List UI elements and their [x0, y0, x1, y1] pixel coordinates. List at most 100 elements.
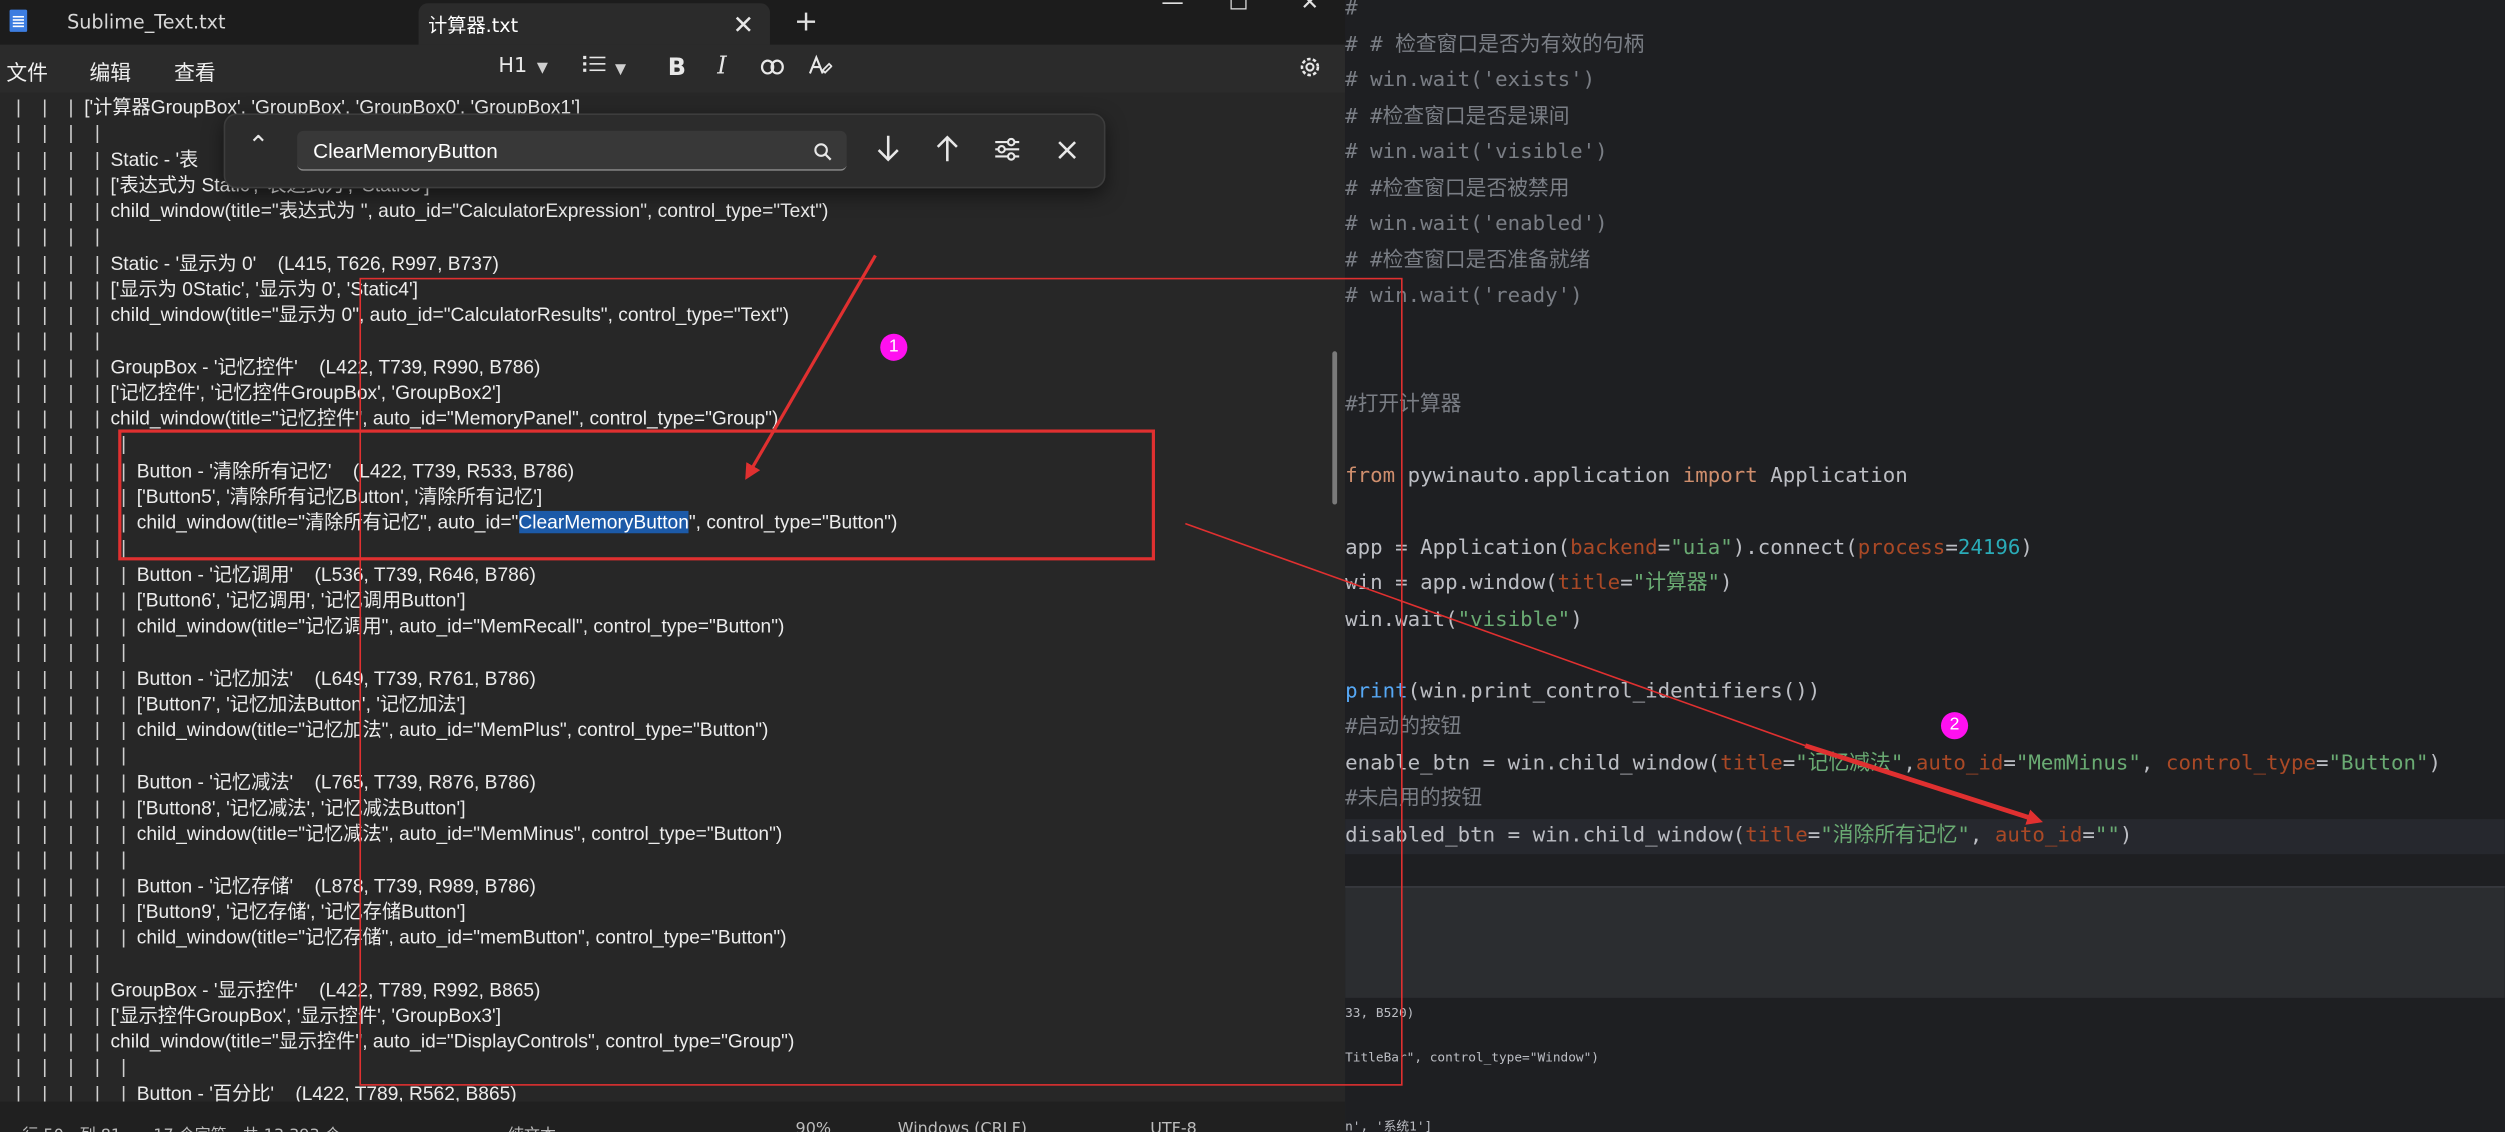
tab-calculator[interactable]: 计算器.txt ✕	[418, 3, 770, 45]
tree-guide: | | | |	[0, 1029, 111, 1053]
ide-window: # # # 检查窗口是否为有效的句柄 # win.wait('exists') # #…	[1345, 0, 2505, 1132]
text-line: | | | | child_window(title="表达式为 ", auto…	[0, 198, 828, 224]
status-eol: Windows (CRLF)	[897, 1120, 1027, 1132]
minimize-icon[interactable]: —	[1161, 0, 1183, 16]
status-position: 行 50，列 81	[22, 1121, 121, 1132]
window-close-icon[interactable]: ✕	[1300, 0, 1319, 16]
status-format: 纯文本	[508, 1121, 556, 1132]
tree-guide: | | | | |	[0, 692, 137, 715]
tree-guide: | | | | |	[0, 614, 137, 638]
code-token: # win.wait('visible')	[1345, 140, 1608, 165]
menu-file[interactable]: 文件	[6, 56, 48, 86]
tree-guide: | | | | |	[0, 588, 137, 612]
code-line: #	[1345, 0, 1358, 27]
settings-button[interactable]	[1297, 54, 1323, 86]
code-line: app = Application(backend="uia").connect…	[1345, 531, 2033, 566]
code-token: # #检查窗口是否准备就绪	[1345, 248, 1591, 273]
code-token: =	[1945, 535, 1958, 560]
code-token: (win.print_control_identifiers())	[1407, 679, 1821, 704]
tree-guide: | | | | |	[0, 433, 127, 456]
tree-guide: | | | |	[0, 121, 100, 145]
list-dropdown[interactable]: ▼	[583, 54, 626, 80]
plus-icon[interactable]: +	[794, 5, 818, 39]
bold-button[interactable]: B	[668, 53, 686, 82]
tree-guide: | | | | |	[0, 1081, 137, 1102]
italic-button[interactable]: I	[717, 51, 726, 80]
line-text: child_window(title="表达式为 ", auto_id="Cal…	[110, 199, 829, 222]
run-console[interactable]: 33, B520) TitleBar", control_type="Windo…	[1345, 997, 2505, 1132]
tree-guide: | | | | |	[0, 848, 127, 871]
code-token: =	[2082, 823, 2095, 847]
tree-guide: | | | | |	[0, 484, 137, 508]
tree-guide: | | | |	[0, 407, 111, 430]
tree-guide: | | | |	[0, 355, 111, 378]
tab-close-icon[interactable]: ✕	[733, 9, 754, 39]
code-token: auto_id	[1994, 823, 2083, 847]
notepad-file-icon	[9, 9, 28, 32]
list-icon	[583, 55, 606, 72]
code-token: =	[1620, 571, 1633, 596]
menu-edit[interactable]: 编辑	[89, 56, 131, 86]
close-icon[interactable]	[1056, 137, 1078, 167]
link-icon	[760, 59, 784, 75]
tree-guide: | | | |	[0, 251, 111, 274]
tree-guide: | | | |	[0, 173, 111, 196]
text-line: | | | | |	[0, 1054, 126, 1080]
code-line: print(win.print_control_identifiers())	[1345, 675, 1820, 710]
code-token: import	[1682, 463, 1771, 488]
code-token: ,	[1969, 823, 1995, 847]
tree-guide: | | | | |	[0, 718, 137, 741]
code-token: title	[1557, 571, 1621, 596]
tree-guide: | | |	[0, 95, 85, 119]
tree-guide: | | | |	[0, 147, 111, 171]
code-token: # # 检查窗口是否为有效的句柄	[1345, 32, 1645, 57]
tree-guide: | | | | |	[0, 536, 127, 560]
status-bar: 行 50，列 81 17 个字符，共 13,393 个 纯文本 90% Wind…	[0, 1101, 1346, 1132]
tab-label: Sublime_Text.txt	[67, 11, 226, 34]
text-line: | | | | ['显示为 0Static', '显示为 0', 'Static…	[0, 276, 418, 302]
tree-guide: | | | | |	[0, 822, 137, 845]
chevron-up-icon[interactable]: ⌃	[248, 129, 269, 159]
menu-view[interactable]: 查看	[174, 56, 216, 86]
text-line: | | | | |	[0, 535, 126, 561]
find-input[interactable]	[297, 130, 847, 171]
code-token: auto_id	[1915, 751, 2004, 776]
code-line: from pywinauto.application import Applic…	[1345, 459, 1908, 494]
code-token: title	[1720, 751, 1783, 776]
sliders-icon[interactable]	[994, 136, 1021, 170]
tree-guide: | | | | |	[0, 770, 137, 793]
code-line: enable_btn = win.child_window(title="记忆减…	[1345, 746, 2441, 781]
tree-guide: | | | | |	[0, 666, 137, 689]
text-line: | | | | Static - '表	[0, 146, 198, 172]
code-token: # #检查窗口是否被禁用	[1345, 176, 1570, 201]
tree-guide: | | | | |	[0, 640, 127, 663]
tree-guide: | | | | |	[0, 744, 127, 767]
line-text: Static - '表	[110, 147, 199, 171]
search-icon[interactable]	[813, 137, 832, 167]
code-token: title	[1745, 823, 1808, 847]
code-token: ,	[1903, 751, 1916, 776]
arrow-down-icon[interactable]	[874, 133, 903, 171]
heading-dropdown[interactable]: H1 ▼	[498, 54, 547, 78]
code-token: =	[2315, 751, 2329, 776]
link-button[interactable]	[760, 57, 784, 81]
tree-guide: | | | | |	[0, 1055, 127, 1079]
maximize-icon[interactable]: ☐	[1228, 0, 1248, 16]
code-token: backend	[1570, 535, 1658, 560]
tree-guide: | | | |	[0, 277, 111, 300]
text-line: | | | | |	[0, 431, 126, 457]
status-chars: 17 个字符，共 13,393 个	[153, 1121, 340, 1132]
tab-sublime-text[interactable]: Sublime_Text.txt	[0, 0, 419, 45]
tree-guide: | | | | |	[0, 900, 137, 923]
code-token: Application	[1770, 463, 1908, 488]
tab-label: 计算器.txt	[428, 13, 519, 36]
tree-guide: | | | |	[0, 199, 111, 222]
arrow-up-icon[interactable]	[933, 133, 962, 171]
code-token: )	[1720, 571, 1733, 596]
annotation-highlight-box	[118, 429, 1155, 561]
code-token: )	[2020, 535, 2033, 560]
code-token: disabled_btn = win.child_window(	[1345, 823, 1746, 847]
clear-format-button[interactable]	[808, 54, 833, 83]
code-token: 24196	[1957, 535, 2021, 560]
code-line: # # 检查窗口是否为有效的句柄	[1345, 28, 1644, 63]
